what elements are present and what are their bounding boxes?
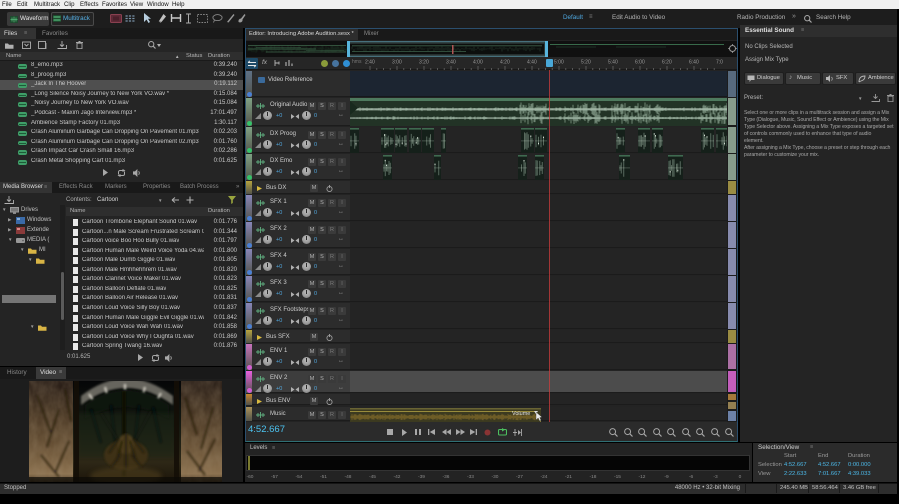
svg-text:3:00: 3:00 [392,60,402,66]
svg-text:5:00: 5:00 [554,60,564,66]
svg-text:-57: -57 [271,474,278,480]
svg-text:-3: -3 [713,474,718,480]
svg-text:-60: -60 [247,474,254,480]
svg-text:-12: -12 [639,474,646,480]
svg-text:-48: -48 [345,474,352,480]
svg-text:-30: -30 [492,474,499,480]
svg-text:-54: -54 [296,474,303,480]
svg-text:2:40: 2:40 [365,60,375,66]
svg-text:-15: -15 [614,474,621,480]
svg-text:-33: -33 [467,474,474,480]
svg-text:-21: -21 [565,474,572,480]
svg-text:-24: -24 [541,474,548,480]
svg-text:-39: -39 [418,474,425,480]
svg-text:3:40: 3:40 [446,60,456,66]
svg-text:3:20: 3:20 [419,60,429,66]
svg-text:-51: -51 [320,474,327,480]
svg-text:4:40: 4:40 [527,60,537,66]
svg-text:5:20: 5:20 [581,60,591,66]
svg-text:6:20: 6:20 [662,60,672,66]
svg-text:6:40: 6:40 [689,60,699,66]
svg-text:6:00: 6:00 [635,60,645,66]
svg-text:-18: -18 [590,474,597,480]
svg-text:-42: -42 [394,474,401,480]
svg-text:Volume: Volume [512,411,530,417]
svg-text:-6: -6 [689,474,694,480]
svg-text:-45: -45 [369,474,376,480]
svg-text:5:40: 5:40 [608,60,618,66]
svg-text:-9: -9 [664,474,669,480]
svg-text:4:00: 4:00 [473,60,483,66]
svg-text:0: 0 [739,474,742,480]
svg-text:-27: -27 [516,474,523,480]
svg-text:4:20: 4:20 [500,60,510,66]
svg-text:7:0: 7:0 [716,60,723,66]
svg-text:-36: -36 [443,474,450,480]
